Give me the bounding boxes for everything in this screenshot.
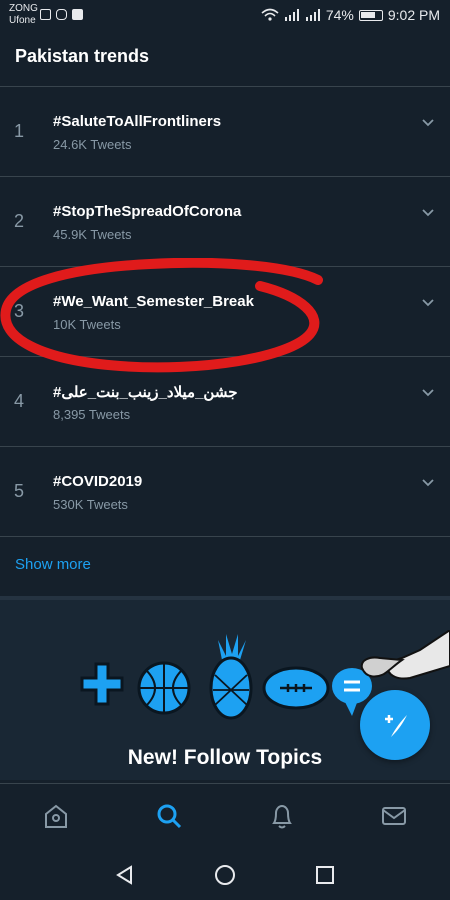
trend-tweet-count: 8,395 Tweets (53, 407, 131, 422)
red-circle-annotation (0, 258, 323, 373)
messages-icon[interactable] (380, 802, 408, 830)
carrier-label: ZONG Ufone (9, 3, 38, 27)
clock: 9:02 PM (387, 7, 440, 23)
carrier-1: ZONG (9, 3, 38, 14)
chevron-down-icon[interactable] (420, 295, 436, 311)
battery-icon (358, 9, 383, 21)
chevron-down-icon[interactable] (420, 475, 436, 491)
football-icon (262, 666, 330, 710)
instagram-icon (56, 9, 67, 20)
facebook-icon (72, 9, 83, 20)
gamepad-icon (80, 662, 124, 706)
chevron-down-icon[interactable] (420, 385, 436, 401)
trend-rank: 4 (14, 391, 25, 411)
topic-icons (80, 634, 372, 720)
trend-hashtag: #COVID2019 (53, 473, 143, 490)
trend-hashtag: #SaluteToAllFrontliners (53, 113, 222, 130)
recents-icon[interactable] (314, 864, 336, 886)
status-right: 74% 9:02 PM (261, 7, 440, 23)
chevron-down-icon[interactable] (420, 115, 436, 131)
wifi-icon (261, 8, 279, 21)
pointing-hand-icon (360, 630, 450, 680)
trend-item[interactable]: 5 #COVID2019 530K Tweets (0, 447, 450, 537)
trend-tweet-count: 24.6K Tweets (53, 137, 132, 152)
home-circle-icon[interactable] (214, 864, 236, 886)
show-more-link[interactable]: Show more (15, 556, 91, 573)
trend-rank: 2 (14, 211, 25, 231)
trend-hashtag: #جشن_میلاد_زینب_بنت_علی (53, 384, 238, 401)
divider (0, 536, 450, 537)
trend-tweet-count: 530K Tweets (53, 497, 128, 512)
status-bar: ZONG Ufone 74% 9:02 PM (0, 0, 450, 34)
trend-rank: 1 (14, 121, 25, 141)
back-icon[interactable] (114, 864, 136, 886)
trend-item[interactable]: 2 #StopTheSpreadOfCorona 45.9K Tweets (0, 177, 450, 267)
trend-tweet-count: 45.9K Tweets (53, 227, 132, 242)
status-app-icons (40, 9, 83, 20)
carrier-2: Ufone (9, 15, 36, 26)
chevron-down-icon[interactable] (420, 205, 436, 221)
compose-tweet-button[interactable] (360, 690, 430, 760)
battery-percent: 74% (325, 7, 354, 23)
trend-hashtag: #StopTheSpreadOfCorona (53, 203, 242, 220)
basketball-icon (137, 661, 191, 715)
android-nav-bar (0, 850, 450, 900)
bottom-nav (0, 783, 450, 850)
home-icon[interactable] (42, 802, 70, 830)
trend-rank: 5 (14, 481, 25, 501)
signal-4g-icon (284, 9, 299, 21)
notifications-icon[interactable] (268, 802, 296, 830)
trend-item[interactable]: 1 #SaluteToAllFrontliners 24.6K Tweets (0, 87, 450, 177)
compose-feather-icon (385, 715, 407, 737)
search-icon[interactable] (155, 802, 183, 830)
pineapple-icon (209, 634, 253, 720)
signal-3g-icon (305, 9, 320, 21)
image-icon (40, 9, 51, 20)
page-title: Pakistan trends (15, 46, 150, 66)
